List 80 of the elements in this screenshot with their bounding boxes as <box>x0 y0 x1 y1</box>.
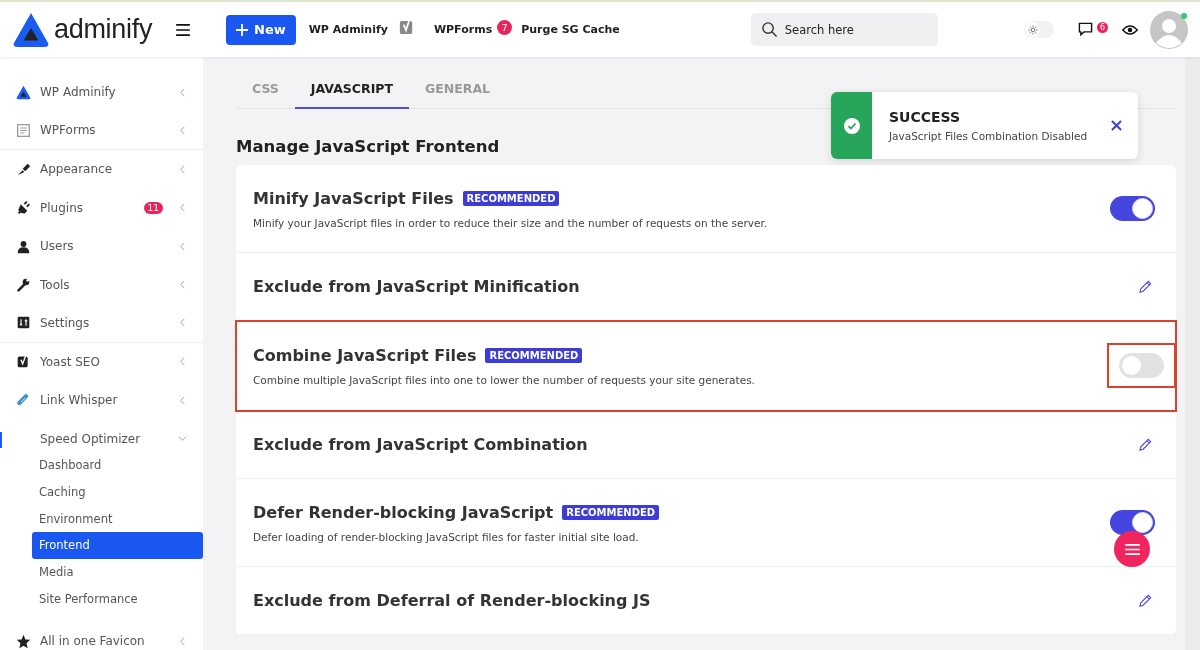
toast-title: SUCCESS <box>889 109 962 125</box>
menu-icon <box>1124 543 1140 555</box>
sidebar-item[interactable]: All in one Favicon <box>0 622 203 650</box>
link-icon <box>16 392 31 408</box>
chevron-left-icon <box>178 87 187 97</box>
menu-icon <box>176 23 190 36</box>
chevron-left-icon <box>178 395 187 405</box>
sidebar-item[interactable]: WP Adminify <box>0 73 203 112</box>
chevron-left-icon <box>178 357 187 367</box>
yoast-icon <box>16 354 31 370</box>
theme-toggle[interactable] <box>1024 21 1054 38</box>
toolbar-link[interactable]: Purge SG Cache <box>521 23 620 36</box>
sidebar-item[interactable]: Appearance <box>0 150 203 189</box>
chevron-left-icon <box>178 318 187 328</box>
form-icon <box>16 122 31 138</box>
setting-description: Minify your JavaScript files in order to reduce their size and the number of requests on the server. <box>253 216 769 229</box>
setting-title: Combine JavaScript Files <box>253 345 477 365</box>
chevron-left-icon <box>178 241 187 251</box>
chevron-left-icon <box>178 164 187 174</box>
recommended-tag: RECOMMENDED <box>462 190 560 206</box>
sidebar-item[interactable]: Tools <box>0 265 203 304</box>
toolbar-link[interactable]: WPForms <box>433 23 493 36</box>
sidebar-item[interactable]: Users <box>0 227 203 266</box>
setting-description: Defer loading of render-blocking JavaScript files for faster initial site load. <box>253 530 640 543</box>
star-icon <box>16 633 31 649</box>
brush-icon <box>16 161 31 177</box>
eye-icon <box>1122 23 1138 36</box>
count-badge: 7 <box>497 20 513 35</box>
chevron-left-icon <box>178 280 187 290</box>
toggle-switch[interactable] <box>1110 196 1155 221</box>
yoast-icon <box>397 19 415 36</box>
logo-text: adminify <box>54 14 153 45</box>
sidebar-subitem[interactable]: Site Performance <box>32 585 203 613</box>
new-button[interactable]: New <box>226 14 296 45</box>
sidebar-item[interactable]: Link Whisper <box>0 381 203 420</box>
sun-icon <box>1027 24 1038 35</box>
pencil-icon <box>1138 437 1153 452</box>
wrench-icon <box>16 277 31 293</box>
recommended-tag: RECOMMENDED <box>485 347 583 363</box>
adminify-logo-icon <box>16 84 31 100</box>
sliders-icon <box>16 315 31 331</box>
sidebar-item[interactable]: Settings <box>0 304 203 343</box>
sidebar-subitem[interactable]: Environment <box>32 505 203 533</box>
sidebar-subitem[interactable]: Frontend <box>32 532 203 559</box>
check-circle-icon <box>843 117 860 134</box>
pencil-icon <box>1138 593 1153 608</box>
recommended-tag: RECOMMENDED <box>562 504 660 520</box>
setting-title: Defer Render-blocking JavaScript <box>253 502 554 522</box>
sidebar-subitem[interactable]: Media <box>32 558 203 586</box>
chevron-down-icon <box>178 434 187 444</box>
chevron-left-icon <box>178 636 187 646</box>
toggle-switch[interactable] <box>1119 353 1164 378</box>
sidebar-item[interactable]: WPForms <box>0 111 203 150</box>
sidebar-item[interactable]: Plugins 11 <box>0 188 203 227</box>
user-icon <box>16 238 31 254</box>
pencil-icon <box>1138 279 1153 294</box>
chevron-left-icon <box>178 125 187 135</box>
plus-icon <box>236 23 248 36</box>
sidebar-item[interactable]: Yoast SEO <box>0 342 203 381</box>
sidebar-subitem[interactable]: Caching <box>32 478 203 506</box>
toast-message: JavaScript Files Combination Disabled <box>889 130 1089 142</box>
count-badge: 11 <box>143 201 163 214</box>
toggle-switch[interactable] <box>1110 510 1155 535</box>
toolbar-link[interactable]: WP Adminify <box>308 23 388 36</box>
tab[interactable]: JAVASCRIPT <box>294 73 409 109</box>
chevron-left-icon <box>178 203 187 213</box>
count-badge: 6 <box>1097 22 1108 33</box>
setting-description: Combine multiple JavaScript files into one to lower the number of requests your site generates. <box>253 373 756 386</box>
setting-title: Exclude from JavaScript Combination <box>253 435 588 454</box>
comment-icon <box>1078 22 1093 37</box>
active-indicator <box>0 431 2 448</box>
scrollbar[interactable] <box>1185 57 1200 650</box>
search-field[interactable]: Search here <box>750 13 938 46</box>
plug-icon <box>16 200 31 216</box>
close-icon <box>1111 120 1122 131</box>
search-icon <box>760 21 778 38</box>
avatar <box>1150 10 1188 49</box>
setting-title: Minify JavaScript Files <box>253 188 454 208</box>
setting-title: Exclude from JavaScript Minification <box>253 277 580 296</box>
setting-title: Exclude from Deferral of Render-blocking JS <box>253 591 651 610</box>
